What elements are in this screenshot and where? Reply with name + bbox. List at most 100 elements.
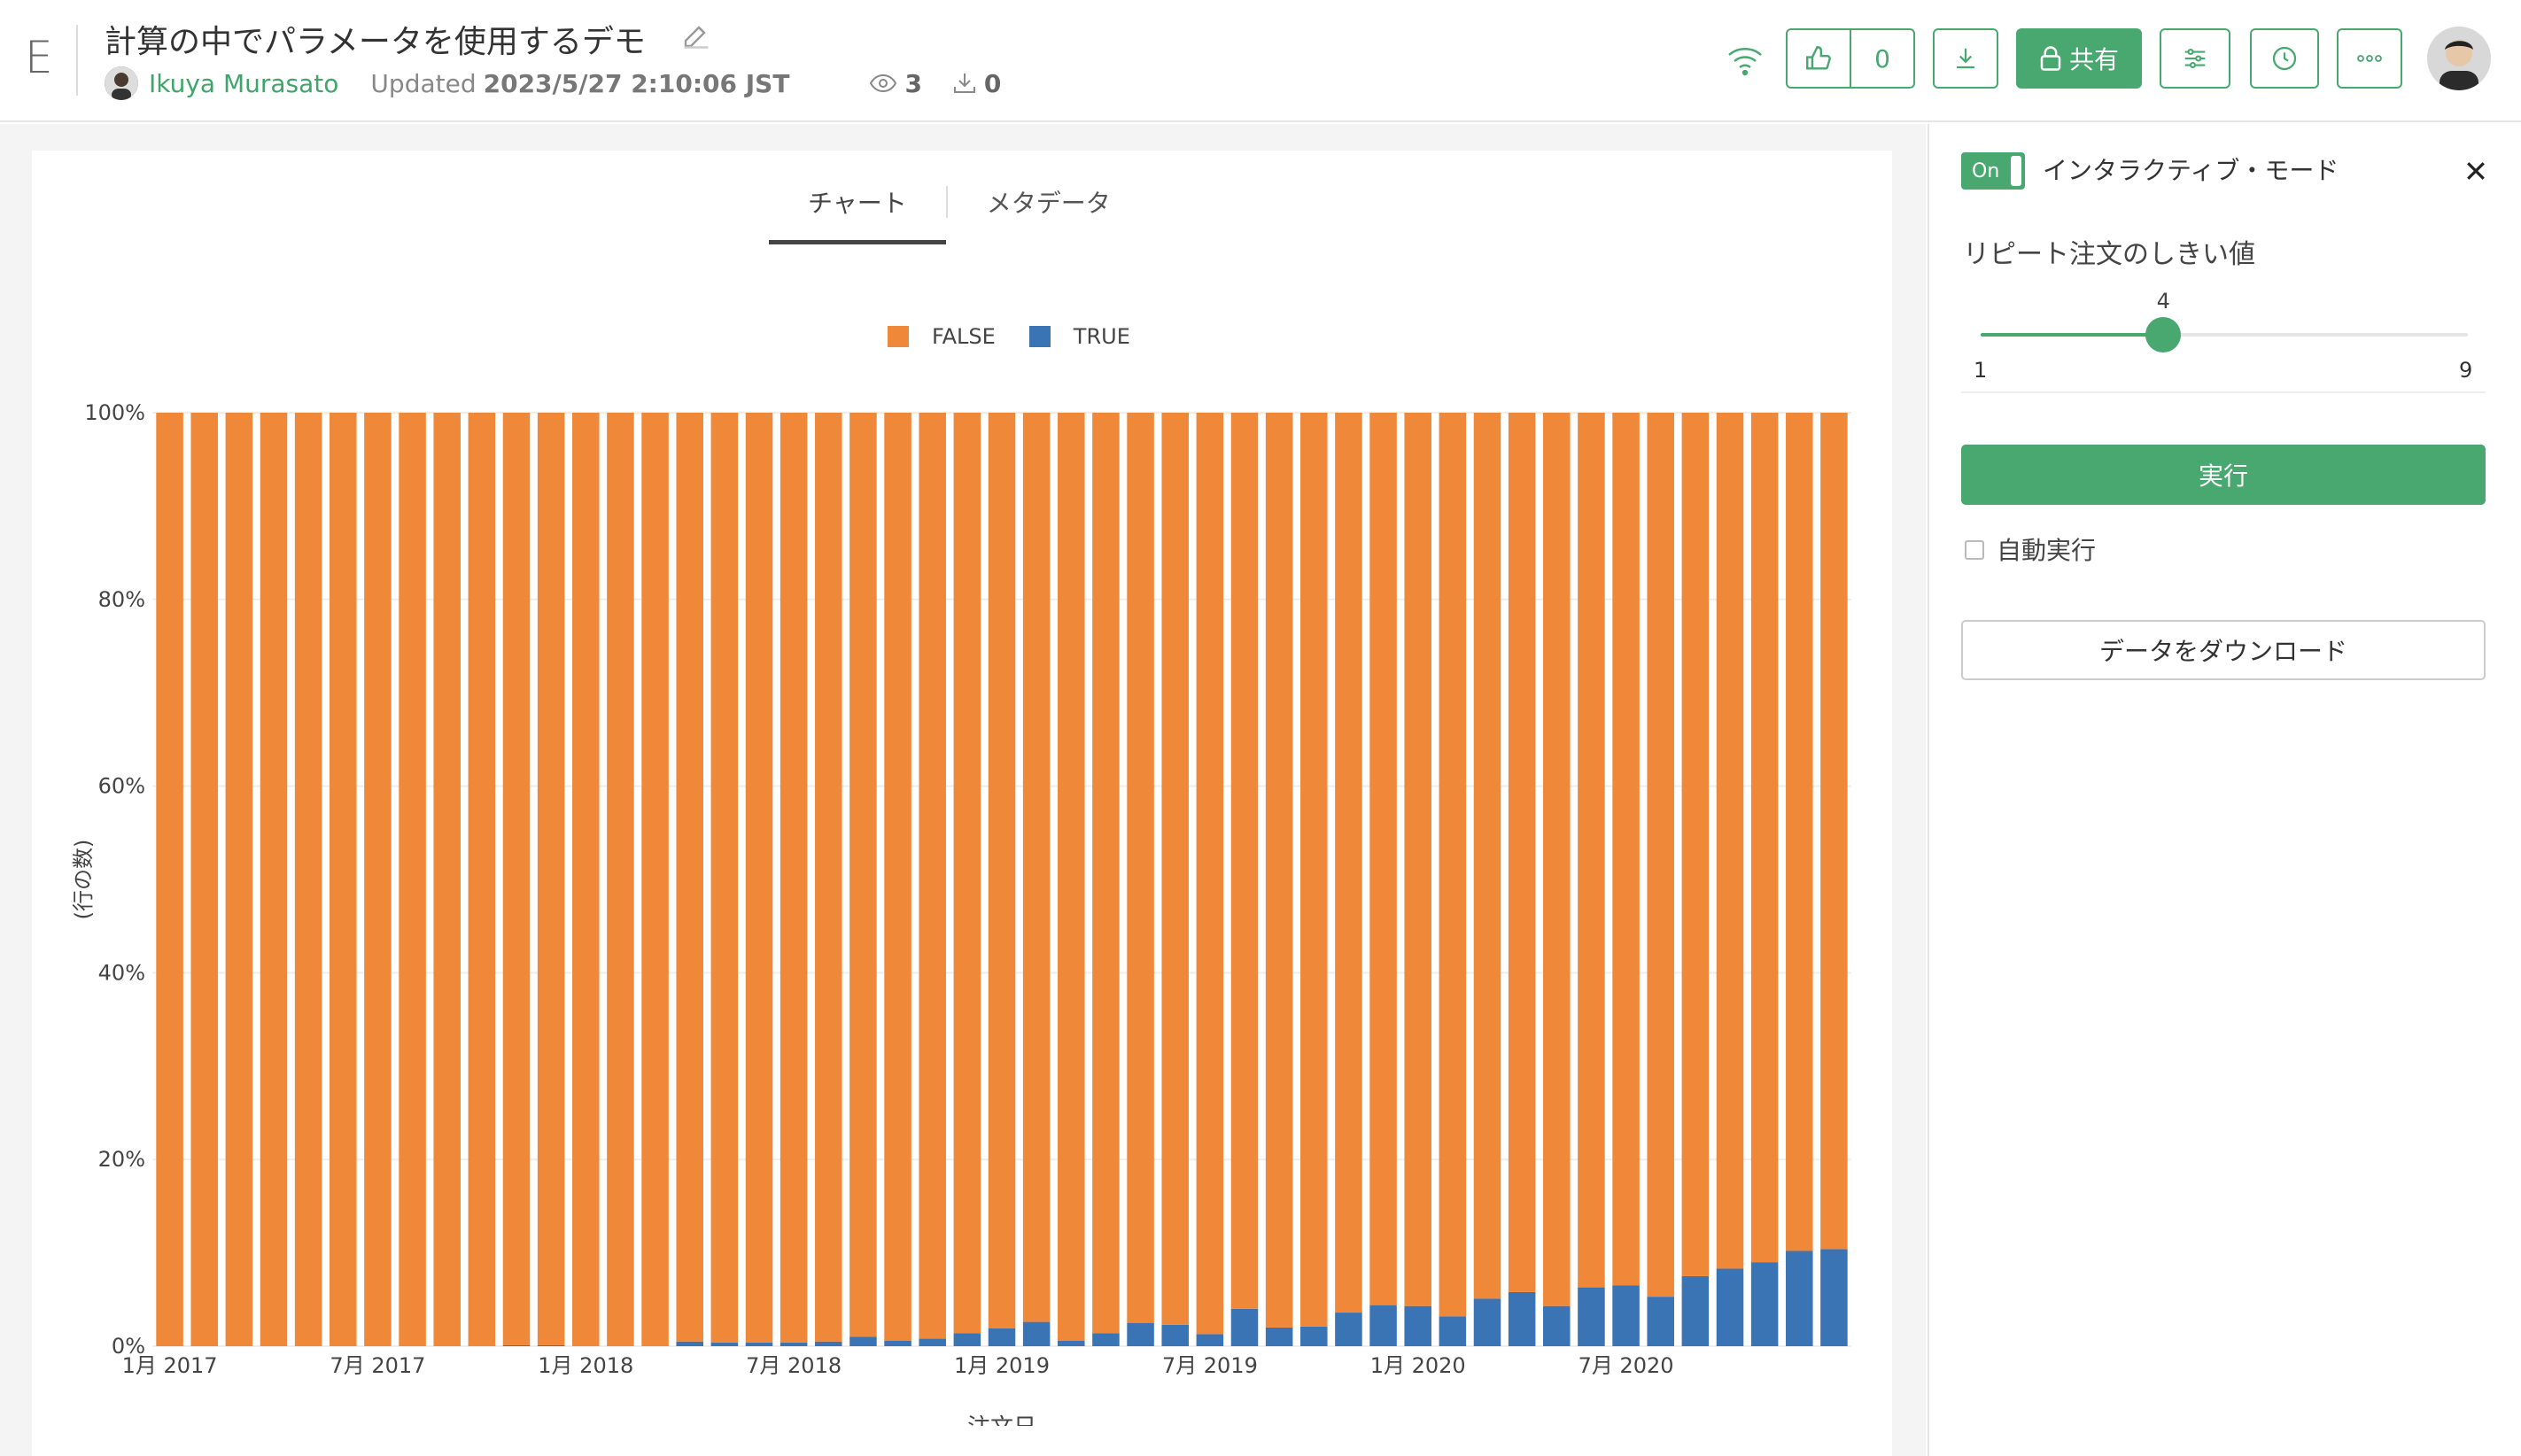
app-logo[interactable]: E (25, 34, 58, 81)
bar-false[interactable] (1681, 413, 1710, 1276)
bar-true[interactable] (1820, 1249, 1848, 1346)
bar-false[interactable] (607, 413, 634, 1346)
bar-false[interactable] (537, 413, 565, 1345)
bar-true[interactable] (1092, 1333, 1120, 1346)
bar-false[interactable] (1092, 413, 1120, 1334)
share-button[interactable]: 共有 (2016, 28, 2142, 89)
bar-false[interactable] (1508, 413, 1536, 1292)
bar-true[interactable] (1230, 1308, 1259, 1346)
bar-false[interactable] (572, 413, 600, 1346)
bar-false[interactable] (919, 413, 946, 1339)
legend-label-true[interactable]: TRUE (1074, 324, 1130, 349)
download-button[interactable] (1933, 28, 1998, 89)
author-avatar[interactable] (105, 66, 138, 100)
bar-false[interactable] (1230, 413, 1259, 1309)
bar-false[interactable] (1750, 413, 1779, 1263)
bar-false[interactable] (364, 413, 392, 1346)
bar-false[interactable] (294, 413, 322, 1346)
user-avatar[interactable] (2427, 27, 2491, 90)
bar-true[interactable] (988, 1328, 1016, 1346)
auto-run-checkbox[interactable] (1965, 540, 1984, 560)
bar-true[interactable] (1127, 1322, 1154, 1346)
bar-false[interactable] (1612, 413, 1640, 1286)
bar-true[interactable] (1369, 1305, 1397, 1346)
bar-false[interactable] (815, 413, 842, 1342)
bar-true[interactable] (1058, 1340, 1085, 1346)
bar-false[interactable] (1265, 413, 1293, 1328)
bar-true[interactable] (1647, 1297, 1674, 1346)
bar-false[interactable] (468, 413, 496, 1346)
bar-true[interactable] (1473, 1298, 1501, 1346)
bar-false[interactable] (1300, 413, 1328, 1327)
bar-false[interactable] (330, 413, 357, 1346)
bar-false[interactable] (1578, 413, 1605, 1288)
bar-false[interactable] (1127, 413, 1154, 1323)
auto-run-label[interactable]: 自動実行 (1997, 531, 2096, 567)
bar-true[interactable] (1265, 1327, 1293, 1346)
tab-metadata[interactable]: メタデータ (948, 177, 1150, 244)
bar-true[interactable] (1578, 1287, 1605, 1346)
bar-true[interactable] (1508, 1291, 1536, 1346)
like-count[interactable]: 0 (1851, 30, 1913, 87)
bar-false[interactable] (1716, 413, 1744, 1269)
bar-false[interactable] (190, 413, 218, 1346)
legend-swatch-true[interactable] (1028, 326, 1051, 347)
bar-false[interactable] (260, 413, 288, 1346)
bar-true[interactable] (676, 1341, 703, 1346)
bar-true[interactable] (815, 1341, 842, 1346)
bar-true[interactable] (1300, 1326, 1328, 1346)
run-button[interactable]: 実行 (1961, 445, 2486, 505)
bar-true[interactable] (1543, 1305, 1571, 1346)
bar-true[interactable] (1439, 1316, 1467, 1346)
bar-false[interactable] (780, 413, 808, 1343)
download-data-button[interactable]: データをダウンロード (1961, 620, 2486, 680)
bar-true[interactable] (1404, 1305, 1431, 1346)
bar-true[interactable] (1196, 1334, 1224, 1346)
bar-true[interactable] (1716, 1268, 1744, 1346)
bar-true[interactable] (849, 1336, 877, 1346)
bar-false[interactable] (225, 413, 253, 1346)
author-name[interactable]: Ikuya Murasato (149, 69, 338, 98)
settings-button[interactable] (2160, 28, 2230, 89)
bar-false[interactable] (1022, 413, 1051, 1322)
bar-true[interactable] (780, 1342, 808, 1346)
legend-swatch-false[interactable] (888, 326, 909, 347)
bar-false[interactable] (1161, 413, 1189, 1325)
bar-false[interactable] (1404, 413, 1431, 1306)
bar-false[interactable] (745, 413, 773, 1343)
bar-false[interactable] (988, 413, 1016, 1328)
bar-true[interactable] (710, 1342, 739, 1346)
bar-false[interactable] (1647, 413, 1674, 1297)
bar-false[interactable] (884, 413, 911, 1341)
bar-true[interactable] (1681, 1275, 1710, 1346)
bar-false[interactable] (1543, 413, 1571, 1306)
bar-false[interactable] (156, 413, 183, 1346)
bar-true[interactable] (919, 1338, 946, 1346)
bar-true[interactable] (502, 1344, 531, 1346)
bar-true[interactable] (1161, 1324, 1189, 1346)
history-button[interactable] (2250, 28, 2319, 89)
bar-true[interactable] (1022, 1321, 1051, 1346)
bar-true[interactable] (884, 1340, 911, 1346)
bar-false[interactable] (849, 413, 877, 1337)
bar-false[interactable] (676, 413, 703, 1342)
like-button[interactable] (1788, 30, 1850, 87)
bar-true[interactable] (1750, 1262, 1779, 1346)
bar-false[interactable] (1439, 413, 1467, 1317)
bar-false[interactable] (1786, 413, 1813, 1251)
bar-false[interactable] (1820, 413, 1848, 1250)
bar-true[interactable] (745, 1342, 773, 1346)
bar-false[interactable] (1369, 413, 1397, 1305)
bar-false[interactable] (1335, 413, 1362, 1313)
bar-true[interactable] (1335, 1313, 1362, 1346)
legend-label-false[interactable]: FALSE (932, 324, 996, 349)
bar-false[interactable] (1196, 413, 1224, 1335)
more-button[interactable] (2337, 28, 2402, 89)
bar-false[interactable] (953, 413, 981, 1334)
bar-false[interactable] (641, 413, 669, 1346)
bar-false[interactable] (433, 413, 461, 1346)
bar-false[interactable] (1473, 413, 1501, 1299)
threshold-slider[interactable] (1981, 317, 2468, 352)
bar-false[interactable] (502, 413, 531, 1345)
tab-chart[interactable]: チャート (769, 177, 946, 244)
